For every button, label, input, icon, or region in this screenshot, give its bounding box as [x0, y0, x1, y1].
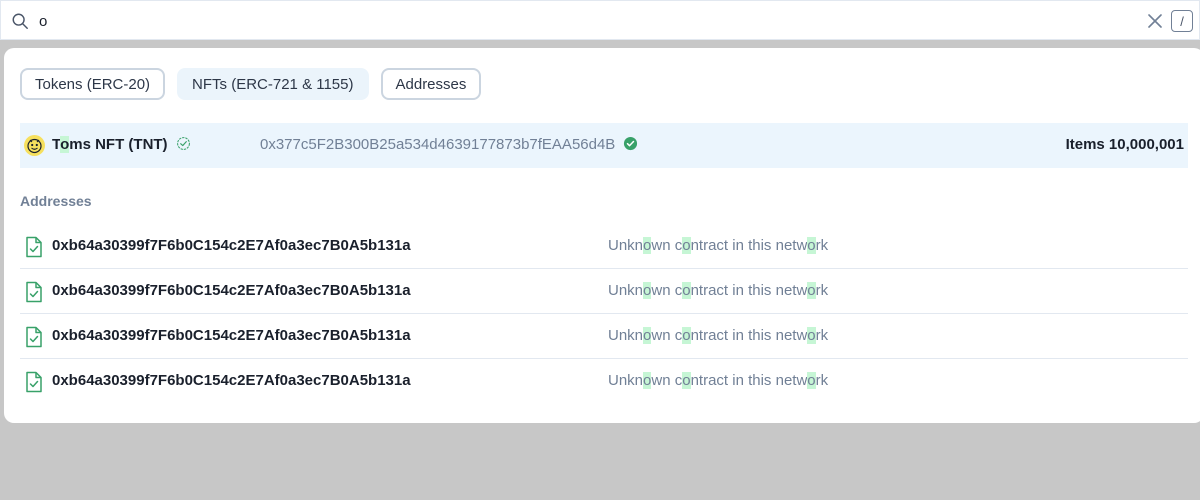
token-name-prefix: T — [52, 136, 61, 153]
address-description: Unknown contract in this network — [608, 327, 828, 344]
search-input[interactable] — [39, 9, 1129, 33]
desc-match: o — [807, 327, 816, 344]
search-results-panel: Tokens (ERC-20) NFTs (ERC-721 & 1155) Ad… — [4, 48, 1200, 423]
category-tabs: Tokens (ERC-20) NFTs (ERC-721 & 1155) Ad… — [20, 68, 482, 100]
desc-part: ntract in this netw — [690, 327, 808, 344]
address-description: Unknown contract in this network — [608, 237, 828, 254]
clear-search-button[interactable] — [1145, 11, 1165, 31]
address-hash: 0xb64a30399f7F6b0C154c2E7Af0a3ec7B0A5b13… — [52, 282, 411, 299]
token-result-row[interactable]: Toms NFT (TNT) 0x377c5F2B300B25a534d4639… — [20, 123, 1188, 168]
desc-match: o — [682, 372, 691, 389]
desc-match: o — [682, 282, 691, 299]
contract-file-icon — [26, 236, 42, 258]
desc-part: ntract in this netw — [690, 237, 808, 254]
desc-match: o — [807, 237, 816, 254]
address-hash: 0xb64a30399f7F6b0C154c2E7Af0a3ec7B0A5b13… — [52, 327, 411, 344]
token-address-text: 0x377c5F2B300B25a534d4639177873b7fEAA56d… — [260, 136, 616, 153]
search-bar: / — [0, 0, 1200, 40]
addresses-section-title: Addresses — [20, 193, 92, 209]
token-name: Toms NFT (TNT) — [52, 136, 191, 153]
address-row[interactable]: 0xb64a30399f7F6b0C154c2E7Af0a3ec7B0A5b13… — [20, 314, 1188, 359]
token-items-count: Items 10,000,001 — [1065, 136, 1184, 153]
desc-part: wn c — [651, 372, 683, 389]
desc-part: wn c — [651, 282, 683, 299]
desc-part: rk — [815, 282, 829, 299]
address-list: 0xb64a30399f7F6b0C154c2E7Af0a3ec7B0A5b13… — [20, 224, 1188, 404]
desc-match: o — [682, 237, 691, 254]
desc-part: Unkn — [608, 237, 644, 254]
contract-file-icon — [26, 281, 42, 303]
address-hash: 0xb64a30399f7F6b0C154c2E7Af0a3ec7B0A5b13… — [52, 237, 411, 254]
verified-outline-icon — [176, 137, 190, 150]
desc-part: ntract in this netw — [690, 372, 808, 389]
token-logo-icon — [24, 135, 45, 156]
tab-nfts[interactable]: NFTs (ERC-721 & 1155) — [177, 68, 369, 100]
desc-part: Unkn — [608, 282, 644, 299]
desc-part: rk — [815, 237, 829, 254]
token-name-suffix: ms NFT (TNT) — [69, 136, 168, 153]
desc-match: o — [682, 327, 691, 344]
desc-part: wn c — [651, 327, 683, 344]
desc-part: rk — [815, 372, 829, 389]
token-address: 0x377c5F2B300B25a534d4639177873b7fEAA56d… — [260, 136, 638, 153]
token-name-match: o — [60, 136, 70, 153]
address-row[interactable]: 0xb64a30399f7F6b0C154c2E7Af0a3ec7B0A5b13… — [20, 269, 1188, 314]
desc-match: o — [807, 372, 816, 389]
address-description: Unknown contract in this network — [608, 282, 828, 299]
verified-check-icon — [624, 136, 638, 151]
close-icon — [1148, 14, 1162, 28]
desc-part: Unkn — [608, 372, 644, 389]
desc-part: wn c — [651, 237, 683, 254]
address-description: Unknown contract in this network — [608, 372, 828, 389]
address-row[interactable]: 0xb64a30399f7F6b0C154c2E7Af0a3ec7B0A5b13… — [20, 224, 1188, 269]
keyboard-shortcut-badge: / — [1171, 10, 1193, 32]
desc-part: rk — [815, 327, 829, 344]
search-icon — [12, 13, 28, 29]
address-hash: 0xb64a30399f7F6b0C154c2E7Af0a3ec7B0A5b13… — [52, 372, 411, 389]
address-row[interactable]: 0xb64a30399f7F6b0C154c2E7Af0a3ec7B0A5b13… — [20, 359, 1188, 404]
tab-addresses[interactable]: Addresses — [380, 68, 482, 100]
tab-tokens[interactable]: Tokens (ERC-20) — [20, 68, 166, 100]
desc-part: Unkn — [608, 327, 644, 344]
desc-match: o — [807, 282, 816, 299]
desc-part: ntract in this netw — [690, 282, 808, 299]
contract-file-icon — [26, 371, 42, 393]
contract-file-icon — [26, 326, 42, 348]
